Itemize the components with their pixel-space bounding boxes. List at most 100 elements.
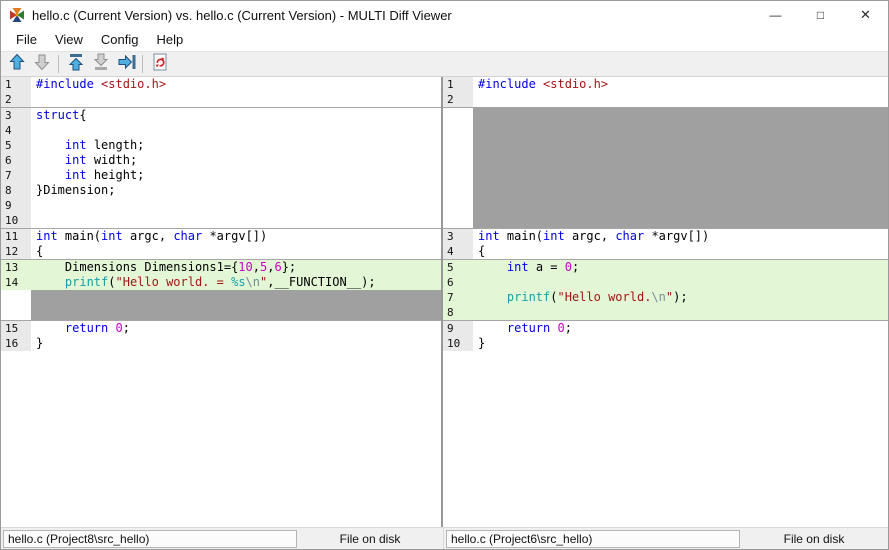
code-text xyxy=(31,213,441,228)
line-number: 1 xyxy=(1,77,31,92)
code-text: }Dimension; xyxy=(31,183,441,198)
code-line[interactable]: 12{ xyxy=(1,244,441,259)
code-line[interactable]: 5 int a = 0; xyxy=(443,260,888,275)
code-line[interactable]: 7 printf("Hello world.\n"); xyxy=(443,290,888,305)
code-line[interactable]: 9 xyxy=(1,198,441,213)
code-text: printf("Hello world. = %s\n",__FUNCTION_… xyxy=(31,275,441,290)
code-text: { xyxy=(31,244,441,259)
arrow-down-bar-icon xyxy=(91,52,111,77)
code-line[interactable]: 1#include <stdio.h> xyxy=(443,77,888,92)
left-file-source: File on disk xyxy=(297,532,443,546)
code-line[interactable]: 8 xyxy=(443,305,888,320)
code-line[interactable]: 4{ xyxy=(443,244,888,259)
titlebar: hello.c (Current Version) vs. hello.c (C… xyxy=(1,1,888,29)
code-line[interactable]: 10} xyxy=(443,336,888,351)
first-diff-button[interactable] xyxy=(63,53,88,75)
line-number: 8 xyxy=(1,183,31,198)
close-button[interactable]: ✕ xyxy=(843,1,888,29)
code-line[interactable]: 13 Dimensions Dimensions1={10,5,6}; xyxy=(1,260,441,275)
code-text xyxy=(473,275,888,290)
code-text: printf("Hello world.\n"); xyxy=(473,290,888,305)
next-diff-button xyxy=(29,53,54,75)
menu-help[interactable]: Help xyxy=(147,30,192,50)
code-line[interactable]: 3struct{ xyxy=(1,108,441,123)
multi-pinwheel-icon xyxy=(9,7,25,23)
code-text: } xyxy=(473,336,888,351)
code-text: int main(int argc, char *argv[]) xyxy=(473,229,888,244)
code-text: int main(int argc, char *argv[]) xyxy=(31,229,441,244)
window-title: hello.c (Current Version) vs. hello.c (C… xyxy=(32,8,452,23)
code-line[interactable]: 2 xyxy=(1,92,441,107)
code-line[interactable]: 1#include <stdio.h> xyxy=(1,77,441,92)
code-line[interactable]: 6 xyxy=(443,275,888,290)
left-file-label: hello.c (Project8\src_hello) xyxy=(3,530,297,548)
line-number xyxy=(1,290,31,320)
maximize-button[interactable]: □ xyxy=(798,1,843,29)
arrow-down-icon xyxy=(32,52,52,77)
line-number: 4 xyxy=(1,123,31,138)
code-text: #include <stdio.h> xyxy=(31,77,441,92)
prev-diff-button[interactable] xyxy=(4,53,29,75)
code-text xyxy=(31,198,441,213)
menu-config[interactable]: Config xyxy=(92,30,148,50)
toolbar-separator xyxy=(58,55,59,73)
multi-diff-viewer-window: hello.c (Current Version) vs. hello.c (C… xyxy=(0,0,889,550)
toolbar-separator xyxy=(142,55,143,73)
code-line[interactable]: 2 xyxy=(443,92,888,107)
code-line[interactable]: 14 printf("Hello world. = %s\n",__FUNCTI… xyxy=(1,275,441,290)
line-number: 6 xyxy=(1,153,31,168)
filler-area xyxy=(31,290,441,320)
line-number: 16 xyxy=(1,336,31,351)
last-diff-button xyxy=(88,53,113,75)
code-line[interactable]: 9 return 0; xyxy=(443,321,888,336)
code-line[interactable]: 15 return 0; xyxy=(1,321,441,336)
line-number: 5 xyxy=(443,260,473,275)
left-diff-pane[interactable]: 1#include <stdio.h>23struct{45 int lengt… xyxy=(1,77,441,527)
code-text: return 0; xyxy=(31,321,441,336)
code-line[interactable]: 5 int length; xyxy=(1,138,441,153)
code-line[interactable]: 8}Dimension; xyxy=(1,183,441,198)
code-text: } xyxy=(31,336,441,351)
line-number: 10 xyxy=(443,336,473,351)
code-text: int width; xyxy=(31,153,441,168)
code-text xyxy=(31,92,441,107)
line-number: 6 xyxy=(443,275,473,290)
right-file-label: hello.c (Project6\src_hello) xyxy=(446,530,740,548)
goto-line-button[interactable] xyxy=(113,53,138,75)
code-text: struct{ xyxy=(31,108,441,123)
line-number: 7 xyxy=(443,290,473,305)
code-line[interactable]: 4 xyxy=(1,123,441,138)
line-number: 13 xyxy=(1,260,31,275)
code-text: #include <stdio.h> xyxy=(473,77,888,92)
minimize-button[interactable]: — xyxy=(753,1,798,29)
right-diff-pane[interactable]: 1#include <stdio.h>2 3int main(int argc, … xyxy=(443,77,888,527)
filler-area xyxy=(473,108,888,228)
line-number: 2 xyxy=(1,92,31,107)
line-number: 7 xyxy=(1,168,31,183)
line-number: 2 xyxy=(443,92,473,107)
statusbar: hello.c (Project8\src_hello) File on dis… xyxy=(1,527,888,549)
menu-file[interactable]: File xyxy=(7,30,46,50)
code-text: int height; xyxy=(31,168,441,183)
code-line[interactable]: 10 xyxy=(1,213,441,228)
code-text: return 0; xyxy=(473,321,888,336)
reload-file-button[interactable] xyxy=(147,53,172,75)
code-line[interactable]: 3int main(int argc, char *argv[]) xyxy=(443,229,888,244)
code-text xyxy=(31,123,441,138)
line-number: 3 xyxy=(1,108,31,123)
status-left: hello.c (Project8\src_hello) File on dis… xyxy=(1,528,443,549)
code-line[interactable]: 11int main(int argc, char *argv[]) xyxy=(1,229,441,244)
code-line[interactable]: 16} xyxy=(1,336,441,351)
line-number: 12 xyxy=(1,244,31,259)
diff-area: 1#include <stdio.h>23struct{45 int lengt… xyxy=(1,77,888,527)
line-number: 1 xyxy=(443,77,473,92)
code-text xyxy=(473,305,888,320)
right-file-source: File on disk xyxy=(740,532,888,546)
window-controls: — □ ✕ xyxy=(753,1,888,29)
line-number: 15 xyxy=(1,321,31,336)
code-line[interactable]: 7 int height; xyxy=(1,168,441,183)
code-line[interactable]: 6 int width; xyxy=(1,153,441,168)
line-number xyxy=(443,108,473,228)
menu-view[interactable]: View xyxy=(46,30,92,50)
line-number: 9 xyxy=(443,321,473,336)
